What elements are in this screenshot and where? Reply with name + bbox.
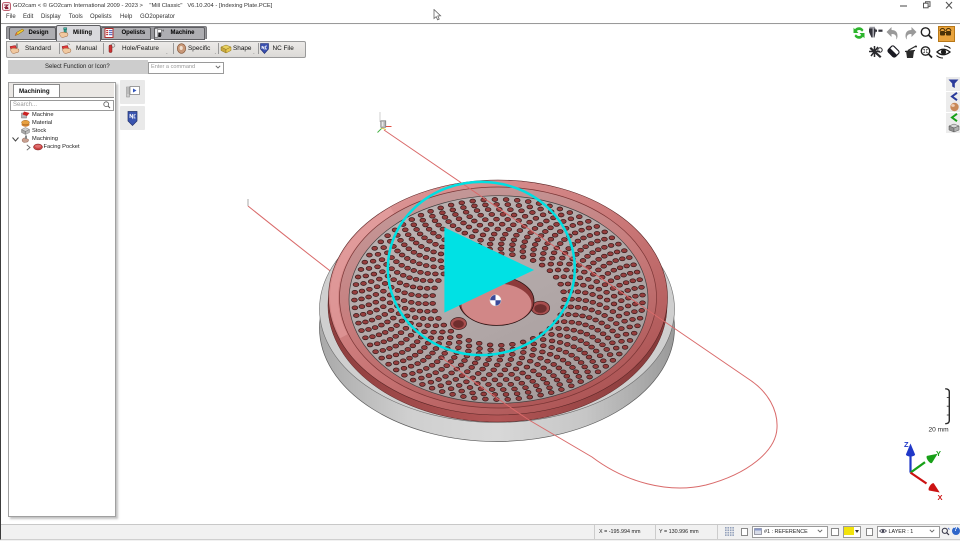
svg-text:X: X (938, 493, 943, 502)
svg-text:20 mm: 20 mm (929, 427, 950, 434)
svg-text:Z: Z (904, 440, 909, 449)
svg-text:Y: Y (936, 449, 941, 458)
